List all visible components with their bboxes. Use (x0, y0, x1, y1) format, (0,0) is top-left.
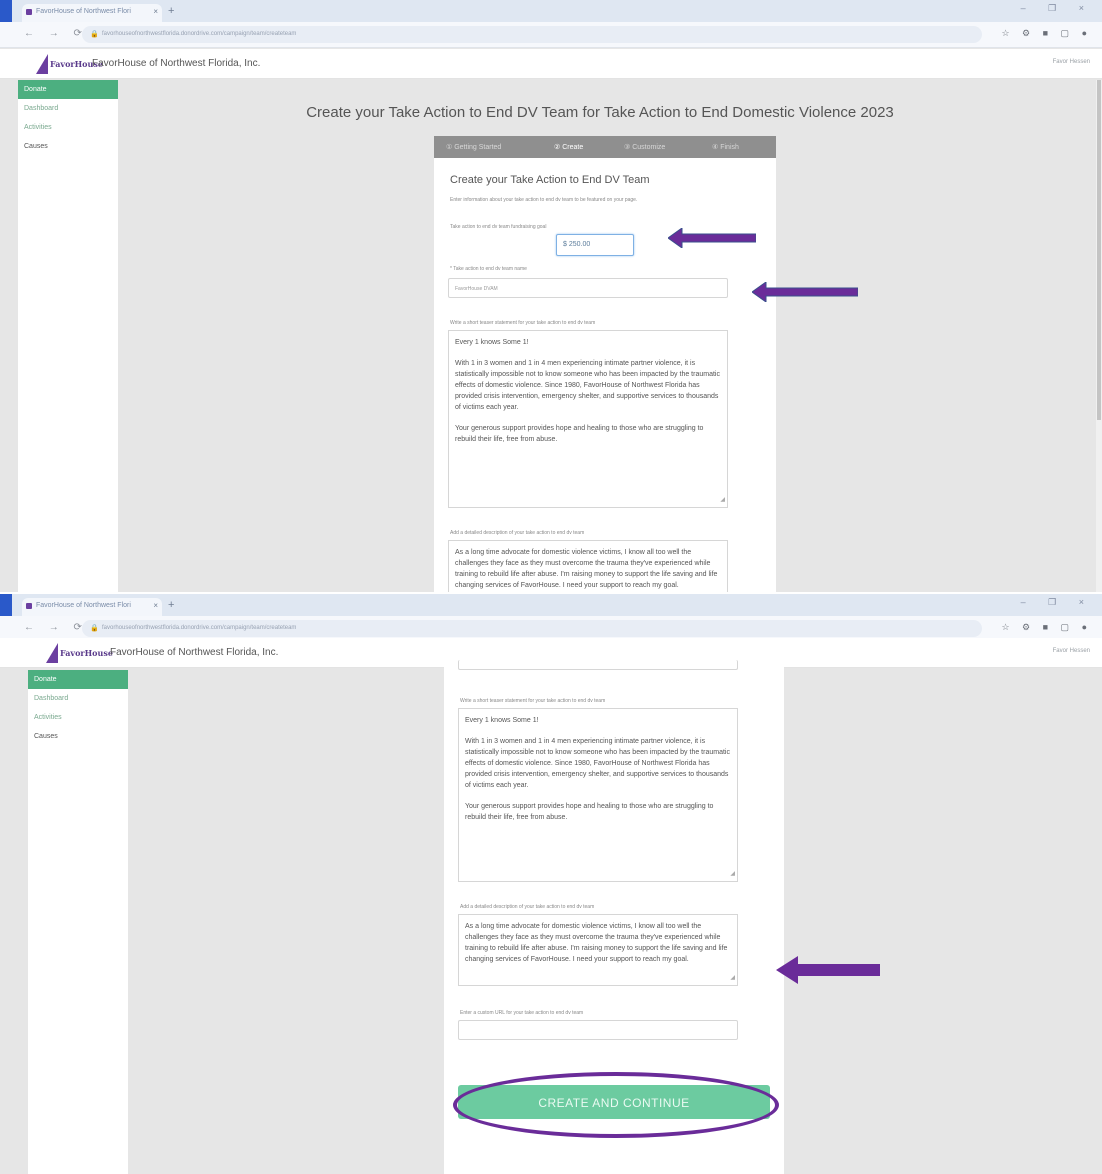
goal-input[interactable]: $ 250.00 (556, 234, 634, 256)
team-name-label: * Take action to end dv team name (450, 266, 527, 272)
lock-icon: 🔒 (90, 31, 99, 38)
page-scrollbar[interactable] (1096, 80, 1102, 592)
resize-grip-icon[interactable]: ◢ (730, 973, 735, 984)
close-tab-icon[interactable]: × (153, 7, 158, 16)
extension-icons[interactable]: ☆ ⚙ ■ ▢ ● (1001, 28, 1092, 39)
short-description-textarea[interactable]: Every 1 knows Some 1! With 1 in 3 women … (448, 330, 728, 508)
site-header: FavorHouse FavorHouse of Northwest Flori… (0, 49, 1102, 79)
logo-text: FavorHouse (60, 648, 113, 658)
favorhouse-logo[interactable]: FavorHouse (46, 643, 113, 663)
screenshot-top: FavorHouse of Northwest Flori × + – ❐ × … (0, 0, 1102, 592)
tab-title: FavorHouse of Northwest Flori (36, 8, 131, 15)
annotation-arrow-team-name (752, 282, 858, 302)
new-tab-icon[interactable]: + (168, 599, 174, 611)
close-tab-icon[interactable]: × (153, 601, 158, 610)
sidebar-item-causes[interactable]: Causes (18, 137, 118, 156)
tab-title: FavorHouse of Northwest Flori (36, 602, 131, 609)
create-team-card: Create your Take Action to End DV Team E… (434, 158, 776, 592)
step-create[interactable]: ② Create (554, 143, 583, 151)
annotation-arrow-description (776, 956, 880, 984)
url-field[interactable]: 🔒 favorhouseofnorthwestflorida.donordriv… (82, 620, 982, 637)
annotation-arrow-goal (668, 228, 756, 248)
wizard-steps: ① Getting Started ② Create ③ Customize ④… (434, 136, 776, 158)
sidebar-item-causes[interactable]: Causes (28, 727, 128, 746)
custom-url-input[interactable] (458, 1020, 738, 1040)
detail-description-label: Add a detailed description of your take … (450, 530, 585, 536)
goal-label: Take action to end dv team fundraising g… (450, 224, 547, 230)
browser-tab-bar: FavorHouse of Northwest Flori × + – ❐ × (0, 594, 1102, 616)
short-text-paragraph-2: With 1 in 3 women and 1 in 4 men experie… (465, 738, 730, 789)
short-description-label: Write a short teaser statement for your … (450, 320, 596, 326)
form-intro: Enter information about your take action… (450, 197, 638, 203)
team-name-input[interactable]: FavorHouse DVAM (448, 278, 728, 298)
url-field[interactable]: 🔒 favorhouseofnorthwestflorida.donordriv… (82, 26, 982, 43)
sidebar-item-activities[interactable]: Activities (28, 708, 128, 727)
nav-buttons[interactable]: ← → ⟳ (24, 622, 88, 633)
sidebar-item-dashboard[interactable]: Dashboard (18, 99, 118, 118)
short-text-line-1: Every 1 knows Some 1! (465, 717, 539, 724)
lock-icon: 🔒 (90, 625, 99, 632)
nav-buttons[interactable]: ← → ⟳ (24, 28, 88, 39)
step-getting-started[interactable]: ① Getting Started (446, 143, 501, 151)
team-name-input-bottom-edge[interactable] (458, 660, 738, 670)
org-name: FavorHouse of Northwest Florida, Inc. (110, 647, 279, 658)
sidebar-item-dashboard[interactable]: Dashboard (28, 689, 128, 708)
short-text-paragraph-2: With 1 in 3 women and 1 in 4 men experie… (455, 360, 720, 411)
short-description-label: Write a short teaser statement for your … (460, 698, 606, 704)
step-customize[interactable]: ③ Customize (624, 143, 665, 151)
short-description-textarea[interactable]: Every 1 knows Some 1! With 1 in 3 women … (458, 708, 738, 882)
browser-tab[interactable]: FavorHouse of Northwest Flori × (22, 598, 162, 616)
browser-tab[interactable]: FavorHouse of Northwest Flori × (22, 4, 162, 22)
custom-url-label: Enter a custom URL for your take action … (460, 1010, 584, 1016)
sidebar-item-activities[interactable]: Activities (18, 118, 118, 137)
scrollbar-thumb[interactable] (1097, 80, 1101, 420)
url-text: favorhouseofnorthwestflorida.donordrive.… (102, 31, 297, 37)
new-tab-icon[interactable]: + (168, 5, 174, 17)
window-controls[interactable]: – ❐ × (1021, 597, 1094, 608)
favicon-icon (26, 603, 32, 609)
detail-description-label: Add a detailed description of your take … (460, 904, 595, 910)
step-finish[interactable]: ④ Finish (712, 143, 739, 151)
address-bar: ← → ⟳ 🔒 favorhouseofnorthwestflorida.don… (0, 22, 1102, 48)
sidebar-item-donate[interactable]: Donate (18, 80, 118, 99)
window-controls[interactable]: – ❐ × (1021, 3, 1094, 14)
favorhouse-logo[interactable]: FavorHouse (36, 54, 103, 74)
detail-description-textarea[interactable]: As a long time advocate for domestic vio… (458, 914, 738, 986)
sidebar: Donate Dashboard Activities Causes (18, 80, 118, 592)
org-name: FavorHouse of Northwest Florida, Inc. (92, 58, 261, 69)
resize-grip-icon[interactable]: ◢ (730, 869, 735, 880)
browser-tab-bar: FavorHouse of Northwest Flori × + – ❐ × (0, 0, 1102, 22)
resize-grip-icon[interactable]: ◢ (720, 495, 725, 506)
short-text-paragraph-3: Your generous support provides hope and … (465, 803, 714, 821)
short-text-line-1: Every 1 knows Some 1! (455, 339, 529, 346)
short-text-paragraph-3: Your generous support provides hope and … (455, 425, 704, 443)
user-menu[interactable]: Favor Hessen (1053, 59, 1090, 65)
detail-text: As a long time advocate for domestic vio… (465, 923, 728, 963)
sidebar-item-donate[interactable]: Donate (28, 670, 128, 689)
sidebar: Donate Dashboard Activities Causes (28, 670, 128, 1174)
page-title: Create your Take Action to End DV Team f… (306, 104, 894, 121)
logo-mark-icon (46, 643, 58, 663)
logo-mark-icon (36, 54, 48, 74)
detail-description-textarea[interactable]: As a long time advocate for domestic vio… (448, 540, 728, 592)
favicon-icon (26, 9, 32, 15)
extension-icons[interactable]: ☆ ⚙ ■ ▢ ● (1001, 622, 1092, 633)
annotation-circle (453, 1072, 779, 1138)
user-menu[interactable]: Favor Hessen (1053, 648, 1090, 654)
url-text: favorhouseofnorthwestflorida.donordrive.… (102, 625, 297, 631)
form-heading: Create your Take Action to End DV Team (450, 174, 650, 186)
